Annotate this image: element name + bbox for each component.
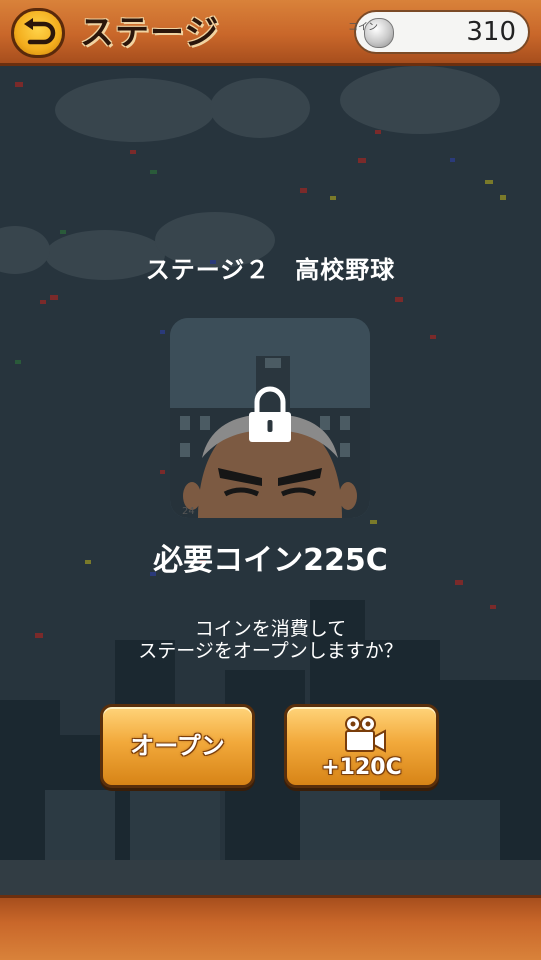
back-button[interactable]: [11, 8, 65, 58]
top-bar: ステージ コイン 310: [0, 0, 541, 66]
stage-thumbnail: 24: [170, 318, 370, 518]
stage-thumbnail-art: 24: [170, 318, 370, 518]
confirm-message-line2: ステージをオープンしますか？: [138, 640, 403, 662]
watch-video-button[interactable]: +120C: [284, 704, 439, 788]
coin-label: コイン: [348, 22, 378, 33]
video-camera-icon: [345, 716, 386, 753]
bottom-bar: [0, 895, 541, 960]
stage-name: ステージ２ 高校野球: [145, 256, 396, 284]
coin-balance: コイン 310: [348, 10, 530, 54]
back-arrow-icon: [24, 18, 56, 45]
confirm-message: コインを消費して ステージをオープンしますか？: [0, 618, 541, 662]
confirm-message-line1: コインを消費して: [194, 618, 347, 640]
open-button[interactable]: オープン: [100, 704, 255, 788]
coin-value: 310: [466, 17, 516, 47]
required-coin-text: 必要コイン225C: [153, 543, 388, 578]
open-button-label: オープン: [130, 732, 225, 760]
page-title: ステージ: [80, 13, 220, 53]
thumbnail-sign: 24: [182, 506, 195, 517]
video-reward-label: +120C: [321, 755, 402, 780]
